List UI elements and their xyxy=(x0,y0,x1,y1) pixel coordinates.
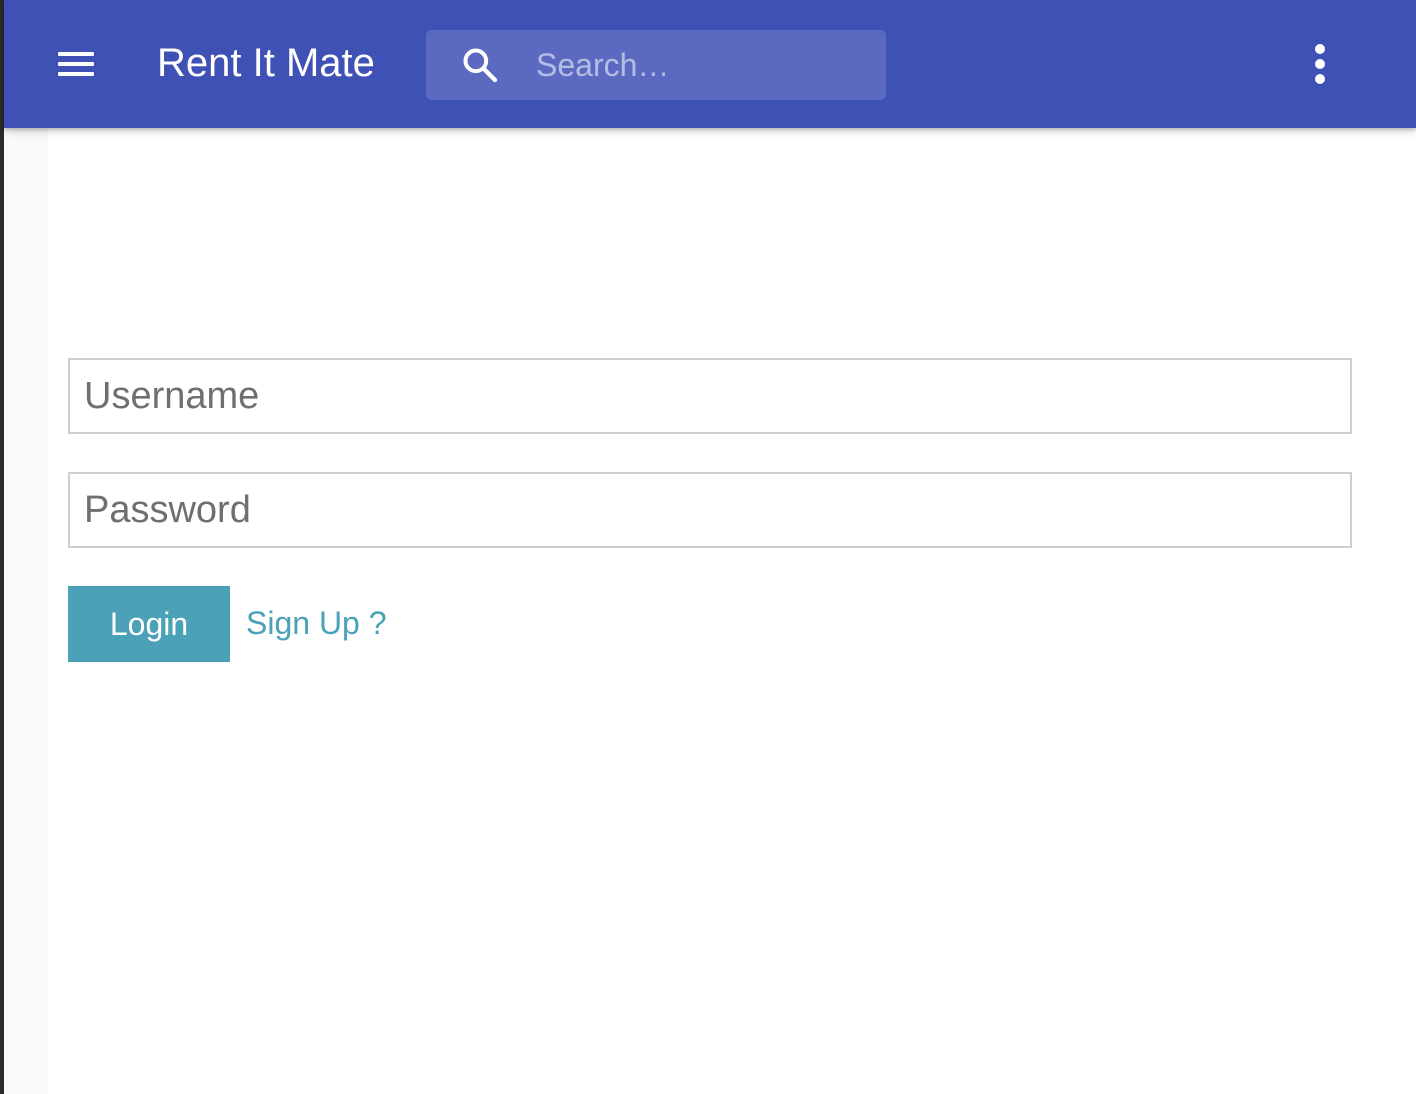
search-input[interactable] xyxy=(536,40,866,90)
signup-link[interactable]: Sign Up ? xyxy=(246,603,387,643)
hamburger-menu-icon[interactable] xyxy=(52,44,100,84)
page-gutter xyxy=(4,128,48,1094)
app-bar: Rent It Mate xyxy=(4,0,1416,128)
app-title: Rent It Mate xyxy=(157,41,375,85)
login-button[interactable]: Login xyxy=(68,586,230,662)
more-vertical-icon[interactable] xyxy=(1300,40,1340,88)
search-bar[interactable] xyxy=(426,30,886,100)
password-field[interactable] xyxy=(68,472,1352,548)
search-icon xyxy=(463,48,498,83)
username-field[interactable] xyxy=(68,358,1352,434)
